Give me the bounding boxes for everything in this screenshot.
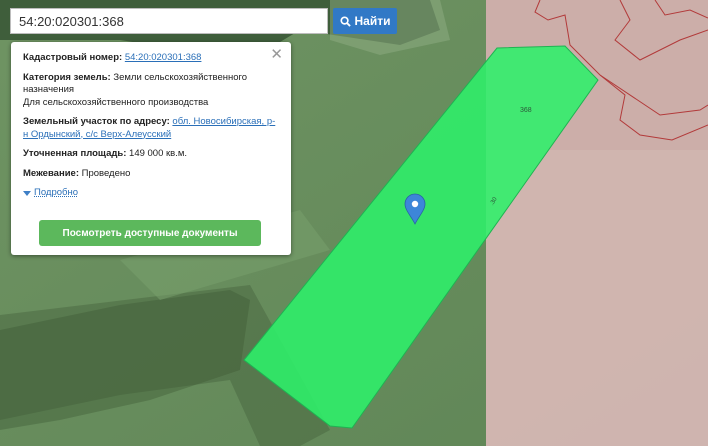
parcel-label: 368 [520, 107, 532, 114]
search-input[interactable] [10, 8, 328, 34]
search-button[interactable]: Найти [333, 8, 397, 34]
area-row: Уточненная площадь: 149 000 кв.м. [23, 148, 279, 161]
view-documents-button[interactable]: Посмотреть доступные документы [39, 220, 261, 246]
address-row: Земельный участок по адресу: обл. Новоси… [23, 116, 279, 141]
area-value: 149 000 кв.м. [129, 148, 188, 159]
parcel-info-popup: ✕ Кадастровый номер: 54:20:020301:368 Ка… [11, 42, 291, 255]
use-value: Для сельскохозяйственного производства [23, 96, 209, 108]
category-row: Категория земель: Земли сельскохозяйстве… [23, 72, 279, 110]
address-label: Земельный участок по адресу: [23, 116, 170, 127]
details-label: Подробно [34, 187, 78, 198]
cadastral-label: Кадастровый номер: [23, 52, 123, 63]
close-icon[interactable]: ✕ [270, 47, 283, 62]
details-toggle[interactable]: Подробно [23, 187, 279, 200]
area-label: Уточненная площадь: [23, 148, 127, 159]
cadastral-link[interactable]: 54:20:020301:368 [125, 52, 202, 63]
triangle-down-icon [23, 190, 31, 196]
search-icon [339, 15, 351, 27]
category-label: Категория земель: [23, 71, 111, 83]
survey-row: Межевание: Проведено [23, 168, 279, 181]
survey-label: Межевание: [23, 167, 79, 179]
survey-value: Проведено [81, 167, 131, 179]
cadastral-row: Кадастровый номер: 54:20:020301:368 [23, 52, 279, 65]
search-button-label: Найти [354, 14, 391, 28]
